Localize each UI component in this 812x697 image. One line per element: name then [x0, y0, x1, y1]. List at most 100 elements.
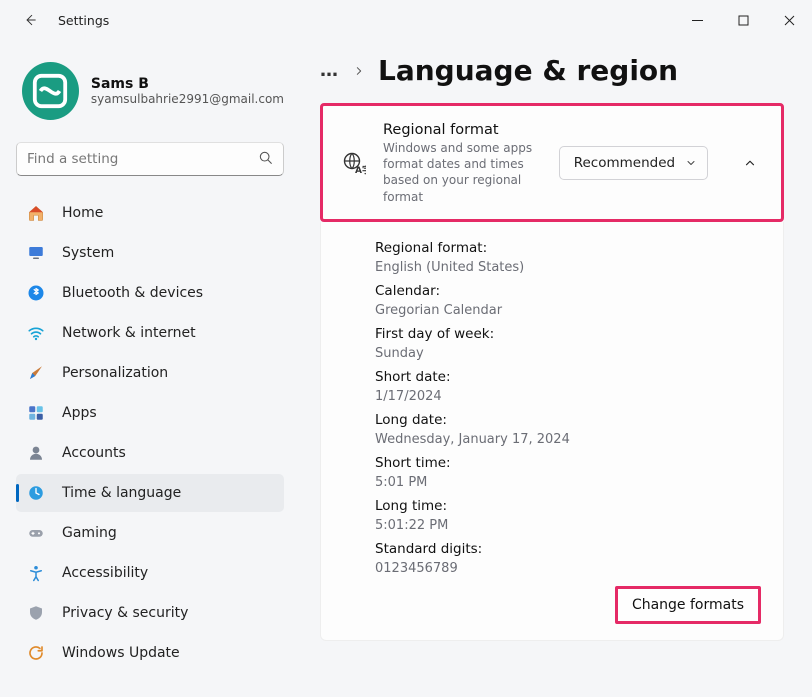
- card-title: Regional format: [383, 122, 543, 138]
- detail-value: 5:01:22 PM: [375, 518, 765, 533]
- detail-row: Standard digits: 0123456789: [375, 541, 765, 576]
- detail-row: Long date: Wednesday, January 17, 2024: [375, 412, 765, 447]
- nav-label: Bluetooth & devices: [62, 285, 203, 301]
- clock-globe-icon: [26, 483, 46, 503]
- chevron-down-icon: [685, 157, 697, 169]
- title-bar: Settings: [0, 0, 812, 40]
- detail-value: Sunday: [375, 346, 765, 361]
- detail-key: Calendar:: [375, 283, 765, 299]
- regional-format-dropdown[interactable]: Recommended: [559, 146, 708, 180]
- search-icon: [258, 150, 274, 166]
- sidebar: Sams B syamsulbahrie2991@gmail.com Home …: [0, 40, 300, 697]
- nav-item-network[interactable]: Network & internet: [16, 314, 284, 352]
- regional-format-card[interactable]: A字 Regional format Windows and some apps…: [320, 103, 784, 222]
- detail-row: Short date: 1/17/2024: [375, 369, 765, 404]
- maximize-icon: [738, 15, 749, 26]
- nav-label: Privacy & security: [62, 605, 188, 621]
- detail-row: Short time: 5:01 PM: [375, 455, 765, 490]
- brush-icon: [26, 363, 46, 383]
- dropdown-value: Recommended: [574, 155, 675, 171]
- wifi-icon: [26, 323, 46, 343]
- detail-key: Short date:: [375, 369, 765, 385]
- breadcrumb-more-button[interactable]: …: [320, 60, 340, 81]
- nav-label: Time & language: [62, 485, 181, 501]
- minimize-button[interactable]: [674, 0, 720, 40]
- detail-value: Gregorian Calendar: [375, 303, 765, 318]
- window-title: Settings: [58, 13, 109, 28]
- nav-item-windows-update[interactable]: Windows Update: [16, 634, 284, 672]
- detail-key: Long time:: [375, 498, 765, 514]
- person-icon: [26, 443, 46, 463]
- gamepad-icon: [26, 523, 46, 543]
- system-icon: [26, 243, 46, 263]
- detail-row: Long time: 5:01:22 PM: [375, 498, 765, 533]
- nav-label: Home: [62, 205, 103, 221]
- svg-text:A字: A字: [355, 164, 366, 175]
- detail-value: English (United States): [375, 260, 765, 275]
- maximize-button[interactable]: [720, 0, 766, 40]
- nav-label: Windows Update: [62, 645, 180, 661]
- profile-name: Sams B: [91, 76, 284, 92]
- nav-item-accessibility[interactable]: Accessibility: [16, 554, 284, 592]
- breadcrumb: … Language & region: [320, 54, 784, 87]
- close-button[interactable]: [766, 0, 812, 40]
- apps-icon: [26, 403, 46, 423]
- avatar: [22, 62, 79, 120]
- detail-value: 0123456789: [375, 561, 765, 576]
- globe-language-icon: A字: [341, 150, 367, 176]
- nav-label: Network & internet: [62, 325, 196, 341]
- nav-item-home[interactable]: Home: [16, 194, 284, 232]
- nav-item-bluetooth[interactable]: Bluetooth & devices: [16, 274, 284, 312]
- detail-row: Calendar: Gregorian Calendar: [375, 283, 765, 318]
- chevron-up-icon: [743, 156, 757, 170]
- window-controls: [674, 0, 812, 40]
- page-title: Language & region: [378, 54, 678, 87]
- nav-item-apps[interactable]: Apps: [16, 394, 284, 432]
- main-content: … Language & region A字 Regional format W…: [300, 40, 812, 697]
- nav-item-gaming[interactable]: Gaming: [16, 514, 284, 552]
- arrow-left-icon: [23, 13, 37, 27]
- nav-label: Apps: [62, 405, 97, 421]
- detail-key: First day of week:: [375, 326, 765, 342]
- profile-text: Sams B syamsulbahrie2991@gmail.com: [91, 76, 284, 106]
- search-wrap: [16, 142, 284, 176]
- collapse-button[interactable]: [736, 147, 763, 179]
- nav-item-personalization[interactable]: Personalization: [16, 354, 284, 392]
- detail-key: Standard digits:: [375, 541, 765, 557]
- nav-label: Accessibility: [62, 565, 148, 581]
- search-input[interactable]: [16, 142, 284, 176]
- minimize-icon: [692, 15, 703, 26]
- nav-label: System: [62, 245, 114, 261]
- bluetooth-icon: [26, 283, 46, 303]
- accessibility-icon: [26, 563, 46, 583]
- nav-item-time-language[interactable]: Time & language: [16, 474, 284, 512]
- detail-key: Long date:: [375, 412, 765, 428]
- nav-item-accounts[interactable]: Accounts: [16, 434, 284, 472]
- detail-value: 5:01 PM: [375, 475, 765, 490]
- profile-email: syamsulbahrie2991@gmail.com: [91, 92, 284, 106]
- update-icon: [26, 643, 46, 663]
- detail-value: Wednesday, January 17, 2024: [375, 432, 765, 447]
- regional-format-details: Regional format:English (United States) …: [320, 222, 784, 641]
- nav-label: Accounts: [62, 445, 126, 461]
- detail-row: Regional format: English (United States): [375, 240, 765, 275]
- detail-key: Short time:: [375, 455, 765, 471]
- profile-block[interactable]: Sams B syamsulbahrie2991@gmail.com: [22, 62, 284, 120]
- nav-item-privacy[interactable]: Privacy & security: [16, 594, 284, 632]
- home-icon: [26, 203, 46, 223]
- nav-item-system[interactable]: System: [16, 234, 284, 272]
- detail-row: First day of week: Sunday: [375, 326, 765, 361]
- nav-label: Gaming: [62, 525, 117, 541]
- card-subtitle: Windows and some apps format dates and t…: [383, 140, 543, 205]
- change-formats-button[interactable]: Change formats: [615, 586, 761, 624]
- nav-label: Personalization: [62, 365, 168, 381]
- nav-list: Home System Bluetooth & devices Network …: [16, 194, 284, 672]
- card-text: Regional format Windows and some apps fo…: [383, 122, 543, 205]
- chevron-right-icon: [354, 64, 364, 78]
- close-icon: [784, 15, 795, 26]
- back-button[interactable]: [18, 8, 42, 32]
- avatar-pattern-icon: [31, 72, 69, 110]
- detail-key: Regional format:: [375, 240, 765, 256]
- detail-value: 1/17/2024: [375, 389, 765, 404]
- shield-icon: [26, 603, 46, 623]
